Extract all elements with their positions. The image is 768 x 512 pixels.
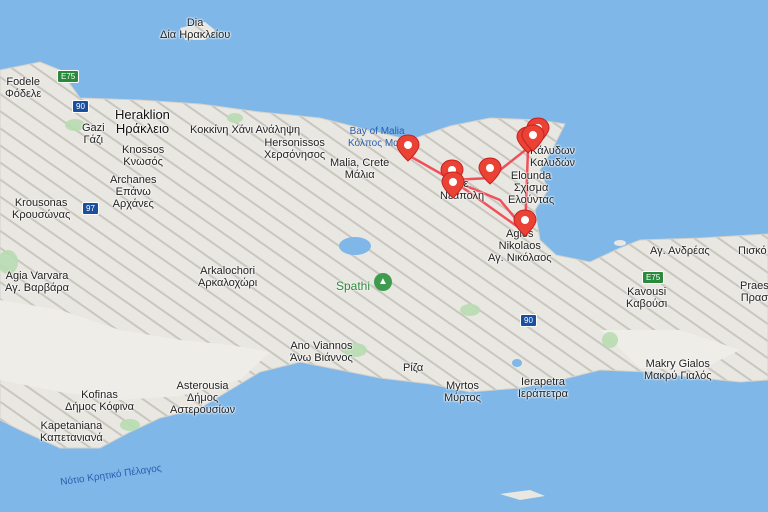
label-fodele: Fodele Φόδελε (5, 76, 42, 100)
label-elounda: Elounda Σχίσμα Ελούντας (508, 170, 555, 206)
map-canvas[interactable]: Dia Δία Ηρακλείου Fodele Φόδελε Heraklion Η… (0, 0, 768, 512)
label-agia-varvara: Agia Varvara Αγ. Βαρβάρα (5, 270, 70, 294)
label-praesos: PraesiΠρασι (740, 280, 768, 304)
label-spathi: Spathi (336, 279, 371, 293)
label-archanes: Archanes Επάνω Αρχάνες (110, 174, 157, 210)
label-ierapetra: Ierapetra Ιεράπετρα (518, 376, 569, 400)
label-agios-nikolaos: Agios Nikolaos Αγ. Νικόλαος (488, 228, 552, 264)
road-shield-e75-east: E75 (642, 271, 665, 284)
label-krousonas: Krousonas Κρουσώνας (12, 197, 71, 221)
islet (614, 240, 626, 246)
label-heraklion: Heraklion Ηράκλειο (115, 107, 170, 136)
label-dia: Dia Δία Ηρακλείου (160, 17, 231, 41)
lasithi-plateau (339, 237, 371, 255)
park-icon[interactable]: ▲ (374, 273, 392, 291)
label-knossos: Knossos Κνωσός (122, 144, 165, 168)
label-riza: Ρίζα (403, 362, 424, 374)
chrysi-island (500, 490, 545, 500)
label-kofinas: Kofinas Δήμος Κόφινα (65, 389, 135, 413)
label-kavousi: Kavousi Καβούσι (626, 286, 668, 310)
label-kapetaniana: Kapetaniana Καπετανιανά (40, 420, 103, 444)
label-arkalochori: Arkalochori Αρκαλοχώρι (198, 265, 258, 289)
label-makry-gialos: Makry Gialos Μακρύ Γιαλός (644, 358, 712, 382)
road-shield-90-west: 90 (72, 100, 89, 113)
label-asterousia: Asterousia Δήμος Αστερουσίων (170, 380, 236, 416)
label-bay-of-malia: Bay of Malia Κόλπος Μαλί (348, 126, 407, 149)
label-neapoli: Νε Νεάπολη (440, 178, 485, 202)
road-shield-97: 97 (82, 202, 99, 215)
label-gazi: Gazi Γάζι (82, 122, 105, 146)
label-malia: Malia, Crete Μάλια (330, 157, 390, 181)
road-shield-e75-west: E75 (57, 70, 80, 83)
label-hersonissos: Hersonissos Χερσόνησος (264, 137, 326, 161)
label-myrtos: Myrtos Μύρτος (444, 380, 481, 404)
label-kokkini-hani: Κοκκίνη Χάνι Ανάληψη (190, 124, 301, 136)
label-pisko: Πισκό (738, 245, 767, 257)
lake (512, 359, 522, 367)
label-ano-viannos: Ano Viannos Άνω Βιάννος (290, 340, 353, 364)
road-shield-90-east: 90 (520, 314, 537, 327)
label-ag-andreas: Αγ. Ανδρέας (650, 245, 710, 257)
label-kalydon: Κάλυδων Καλυδών (530, 145, 576, 169)
